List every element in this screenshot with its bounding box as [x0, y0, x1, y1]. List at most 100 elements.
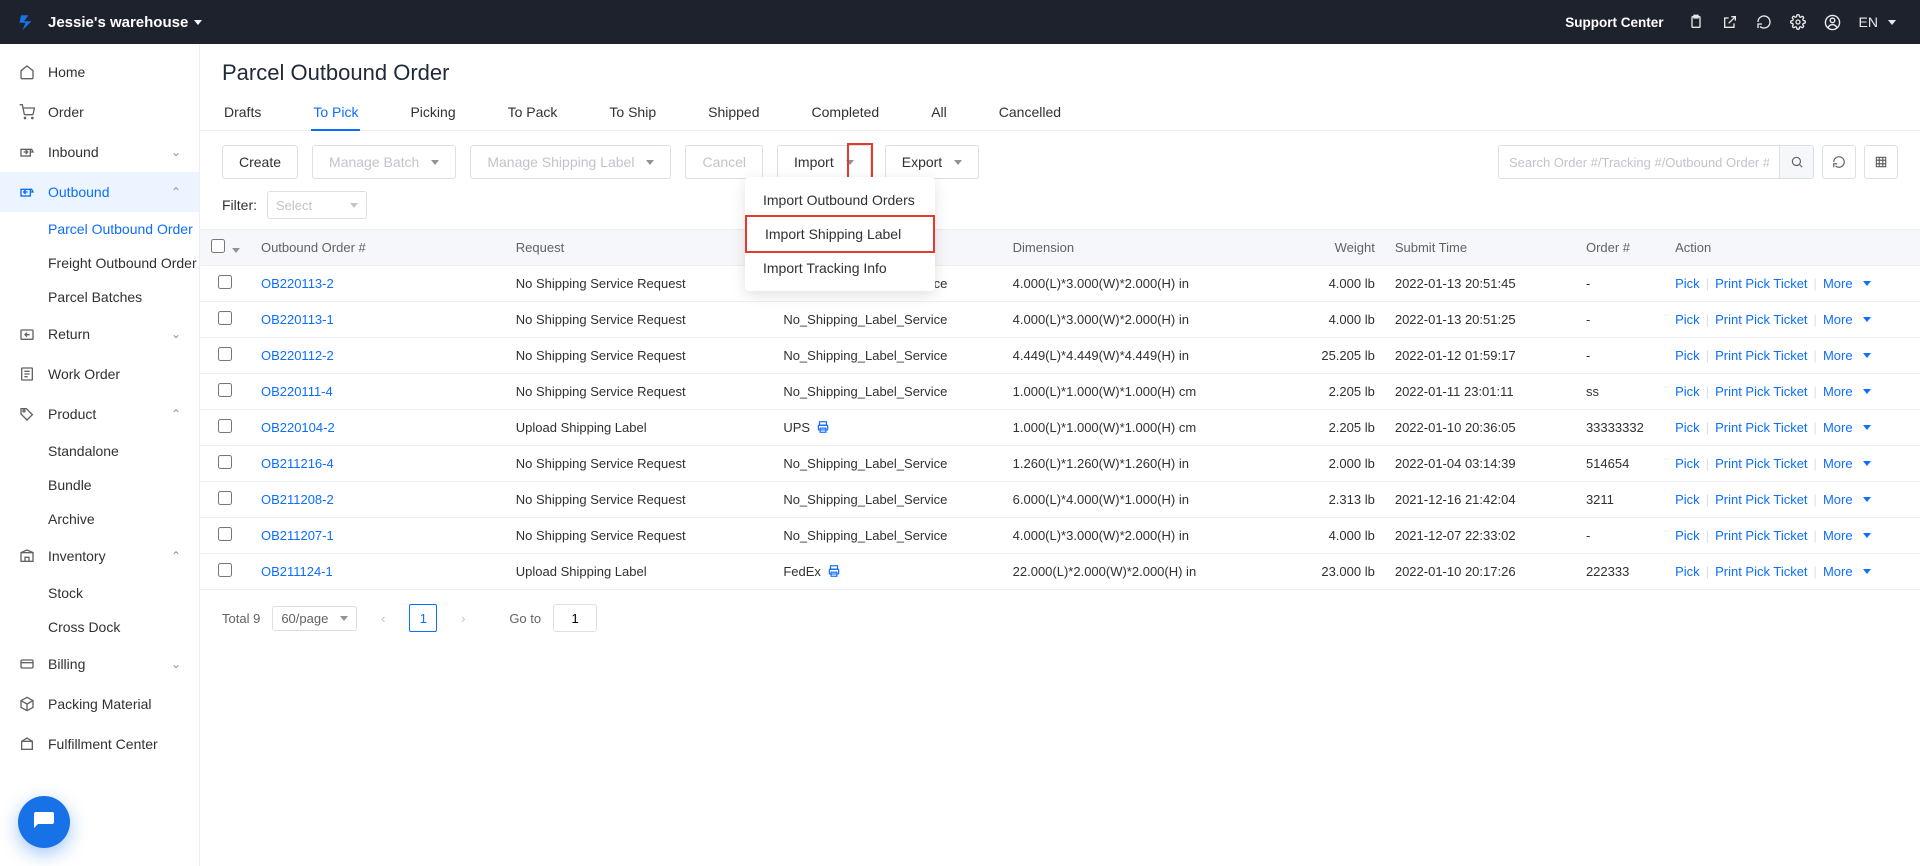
refresh-table-button[interactable] — [1822, 145, 1856, 179]
language-selector[interactable]: EN — [1859, 14, 1896, 30]
more-action[interactable]: More — [1823, 384, 1871, 399]
sidebar-item-inbound[interactable]: Inbound ⌄ — [0, 132, 199, 172]
col-weight[interactable]: Weight — [1283, 230, 1385, 266]
export-button[interactable]: Export — [885, 145, 979, 179]
current-page[interactable]: 1 — [409, 604, 437, 632]
import-outbound-orders-item[interactable]: Import Outbound Orders — [745, 183, 935, 217]
external-link-icon[interactable] — [1722, 14, 1738, 30]
support-center-link[interactable]: Support Center — [1565, 15, 1663, 30]
sidebar-sub-parcel-outbound[interactable]: Parcel Outbound Order — [0, 212, 199, 246]
prev-page-button[interactable]: ‹ — [369, 604, 397, 632]
pick-action[interactable]: Pick — [1675, 276, 1700, 291]
order-link[interactable]: OB220111-4 — [261, 384, 333, 399]
print-pick-ticket-action[interactable]: Print Pick Ticket — [1715, 348, 1807, 363]
user-profile-icon[interactable] — [1824, 14, 1841, 31]
order-link[interactable]: OB211124-1 — [261, 564, 333, 579]
col-outbound-order[interactable]: Outbound Order # — [251, 230, 506, 266]
filter-select[interactable]: Select — [267, 191, 367, 219]
more-action[interactable]: More — [1823, 276, 1871, 291]
sidebar-item-billing[interactable]: Billing ⌄ — [0, 644, 199, 684]
create-button[interactable]: Create — [222, 145, 298, 179]
pick-action[interactable]: Pick — [1675, 348, 1700, 363]
col-submit-time[interactable]: Submit Time — [1385, 230, 1576, 266]
pick-action[interactable]: Pick — [1675, 492, 1700, 507]
row-checkbox[interactable] — [218, 311, 232, 325]
sidebar-item-home[interactable]: Home — [0, 52, 199, 92]
sidebar-sub-cross-dock[interactable]: Cross Dock — [0, 610, 199, 644]
col-request[interactable]: Request — [506, 230, 774, 266]
tab-all[interactable]: All — [929, 104, 949, 130]
print-label-icon[interactable] — [827, 564, 841, 579]
tab-picking[interactable]: Picking — [408, 104, 457, 130]
sidebar-item-return[interactable]: Return ⌄ — [0, 314, 199, 354]
order-link[interactable]: OB220113-2 — [261, 276, 334, 291]
select-all-checkbox[interactable] — [211, 239, 225, 253]
sidebar-sub-archive[interactable]: Archive — [0, 502, 199, 536]
row-checkbox[interactable] — [218, 563, 232, 577]
sidebar-item-work-order[interactable]: Work Order — [0, 354, 199, 394]
row-checkbox[interactable] — [218, 491, 232, 505]
tab-completed[interactable]: Completed — [810, 104, 882, 130]
column-settings-button[interactable] — [1864, 145, 1898, 179]
tab-cancelled[interactable]: Cancelled — [997, 104, 1063, 130]
row-checkbox[interactable] — [218, 455, 232, 469]
sidebar-sub-stock[interactable]: Stock — [0, 576, 199, 610]
row-checkbox[interactable] — [218, 383, 232, 397]
workspace-selector[interactable]: Jessie's warehouse — [0, 13, 202, 31]
sidebar-sub-parcel-batches[interactable]: Parcel Batches — [0, 280, 199, 314]
print-pick-ticket-action[interactable]: Print Pick Ticket — [1715, 384, 1807, 399]
sidebar-item-product[interactable]: Product ⌃ — [0, 394, 199, 434]
more-action[interactable]: More — [1823, 528, 1871, 543]
sidebar-item-order[interactable]: Order — [0, 92, 199, 132]
pick-action[interactable]: Pick — [1675, 564, 1700, 579]
row-checkbox[interactable] — [218, 275, 232, 289]
tab-shipped[interactable]: Shipped — [706, 104, 761, 130]
pick-action[interactable]: Pick — [1675, 528, 1700, 543]
print-pick-ticket-action[interactable]: Print Pick Ticket — [1715, 312, 1807, 327]
chat-support-bubble[interactable] — [18, 796, 70, 848]
row-checkbox[interactable] — [218, 527, 232, 541]
more-action[interactable]: More — [1823, 312, 1871, 327]
print-pick-ticket-action[interactable]: Print Pick Ticket — [1715, 492, 1807, 507]
sidebar-sub-freight-outbound[interactable]: Freight Outbound Order — [0, 246, 199, 280]
cancel-button[interactable]: Cancel — [685, 145, 763, 179]
sidebar-item-fulfillment-center[interactable]: Fulfillment Center — [0, 724, 199, 764]
tab-drafts[interactable]: Drafts — [222, 104, 263, 130]
pick-action[interactable]: Pick — [1675, 312, 1700, 327]
order-link[interactable]: OB211216-4 — [261, 456, 334, 471]
print-pick-ticket-action[interactable]: Print Pick Ticket — [1715, 420, 1807, 435]
more-action[interactable]: More — [1823, 420, 1871, 435]
import-tracking-info-item[interactable]: Import Tracking Info — [745, 251, 935, 285]
col-order-num[interactable]: Order # — [1576, 230, 1665, 266]
search-input[interactable] — [1499, 146, 1779, 178]
page-size-selector[interactable]: 60/page — [272, 606, 357, 631]
sidebar-sub-standalone[interactable]: Standalone — [0, 434, 199, 468]
order-link[interactable]: OB211207-1 — [261, 528, 334, 543]
import-shipping-label-item[interactable]: Import Shipping Label — [745, 215, 935, 253]
more-action[interactable]: More — [1823, 564, 1871, 579]
goto-page-input[interactable] — [553, 604, 597, 632]
settings-gear-icon[interactable] — [1790, 14, 1806, 30]
sidebar-item-packing-material[interactable]: Packing Material — [0, 684, 199, 724]
print-pick-ticket-action[interactable]: Print Pick Ticket — [1715, 276, 1807, 291]
import-button[interactable]: Import — [777, 145, 871, 179]
manage-shipping-label-button[interactable]: Manage Shipping Label — [470, 145, 671, 179]
col-dimension[interactable]: Dimension — [1003, 230, 1283, 266]
more-action[interactable]: More — [1823, 348, 1871, 363]
next-page-button[interactable]: › — [449, 604, 477, 632]
pick-action[interactable]: Pick — [1675, 420, 1700, 435]
sidebar-item-outbound[interactable]: Outbound ⌃ — [0, 172, 199, 212]
tab-to-pack[interactable]: To Pack — [506, 104, 560, 130]
print-pick-ticket-action[interactable]: Print Pick Ticket — [1715, 564, 1807, 579]
order-link[interactable]: OB211208-2 — [261, 492, 334, 507]
more-action[interactable]: More — [1823, 492, 1871, 507]
search-button[interactable] — [1779, 146, 1813, 178]
order-link[interactable]: OB220113-1 — [261, 312, 334, 327]
more-action[interactable]: More — [1823, 456, 1871, 471]
refresh-icon[interactable] — [1756, 14, 1772, 30]
clipboard-icon[interactable] — [1688, 14, 1704, 30]
pick-action[interactable]: Pick — [1675, 456, 1700, 471]
sidebar-item-inventory[interactable]: Inventory ⌃ — [0, 536, 199, 576]
print-pick-ticket-action[interactable]: Print Pick Ticket — [1715, 456, 1807, 471]
order-link[interactable]: OB220104-2 — [261, 420, 335, 435]
